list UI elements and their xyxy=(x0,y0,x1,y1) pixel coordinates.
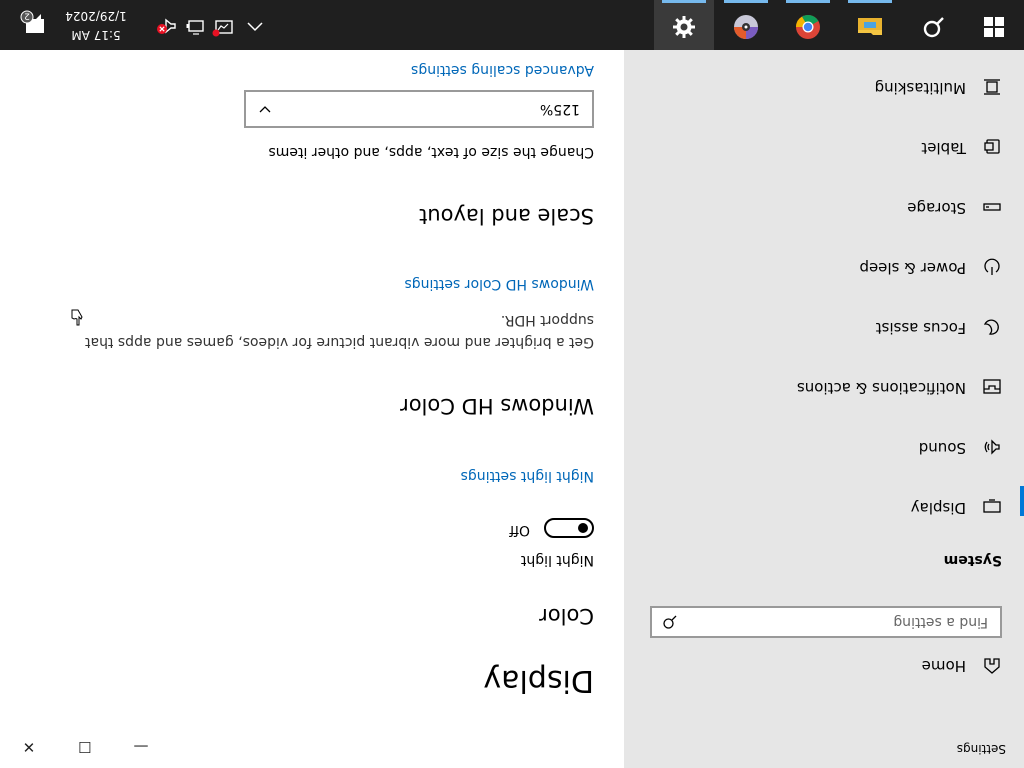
notifications-icon xyxy=(982,377,1002,397)
notification-count-badge: 2 xyxy=(24,11,30,21)
power-icon xyxy=(982,257,1002,277)
sidebar-item-label: Storage xyxy=(907,199,966,217)
night-light-state: Off xyxy=(509,522,530,538)
display-icon xyxy=(982,497,1002,517)
app-title: Settings xyxy=(956,742,1006,756)
taskbar-chrome[interactable] xyxy=(778,0,838,50)
sidebar-item-label: Focus assist xyxy=(875,319,966,337)
sidebar-item-label: Sound xyxy=(918,439,966,457)
sidebar-item-label: Display xyxy=(910,499,966,517)
settings-sidebar: Settings Home Find a setting System Disp… xyxy=(624,0,1024,768)
taskbar-search-button[interactable] xyxy=(904,0,964,50)
sidebar-item-label: Tablet xyxy=(921,139,966,157)
color-heading: Color xyxy=(539,604,594,628)
file-explorer-icon xyxy=(857,11,883,39)
sidebar-home-label: Home xyxy=(921,657,966,675)
clock-time: 5:17 AM xyxy=(71,28,121,42)
start-icon xyxy=(983,12,1005,38)
night-light-toggle[interactable] xyxy=(544,518,594,538)
clock-date: 1/29/2024 xyxy=(65,9,127,23)
maximize-button[interactable]: ☐ xyxy=(62,726,108,768)
hd-color-description-cont: support HDR. xyxy=(500,312,594,328)
taskbar: 5:17 AM 1/29/2024 2 xyxy=(0,0,1024,50)
home-icon xyxy=(982,656,1002,676)
chevron-up-icon[interactable] xyxy=(244,15,266,37)
media-player-icon xyxy=(733,10,759,40)
page-title: Display xyxy=(483,663,594,698)
search-icon xyxy=(662,614,678,630)
sound-icon xyxy=(982,437,1002,457)
hand-cursor-icon xyxy=(70,308,84,326)
focus-assist-icon xyxy=(982,317,1002,337)
storage-icon xyxy=(982,197,1002,217)
tablet-icon xyxy=(982,137,1002,157)
sidebar-item-label: Multitasking xyxy=(874,79,966,97)
volume-muted-icon[interactable] xyxy=(156,15,178,37)
taskbar-clock[interactable]: 5:17 AM 1/29/2024 xyxy=(56,6,136,44)
sidebar-item-focus-assist[interactable]: Focus assist xyxy=(624,304,1024,350)
multitasking-icon xyxy=(982,77,1002,97)
sidebar-item-label: Power & sleep xyxy=(859,259,966,277)
section-heading-system: System xyxy=(943,552,1002,568)
close-button[interactable]: ✕ xyxy=(6,726,52,768)
scale-heading: Scale and layout xyxy=(419,204,594,228)
sidebar-item-tablet[interactable]: Tablet xyxy=(624,124,1024,170)
settings-icon xyxy=(672,11,696,39)
network-icon[interactable] xyxy=(212,15,234,37)
toggle-knob xyxy=(578,523,588,533)
battery-icon[interactable] xyxy=(184,15,206,37)
advanced-scaling-link[interactable]: Advanced scaling settings xyxy=(411,62,594,78)
action-center-icon[interactable]: 2 xyxy=(20,10,48,38)
chevron-down-icon xyxy=(258,104,272,118)
night-light-label: Night light xyxy=(520,552,594,568)
sidebar-item-storage[interactable]: Storage xyxy=(624,184,1024,230)
hd-color-description: Get a brighter and more vibrant picture … xyxy=(84,334,594,350)
start-button[interactable] xyxy=(964,0,1024,50)
sidebar-home[interactable]: Home xyxy=(624,648,1024,684)
taskbar-settings[interactable] xyxy=(654,0,714,50)
sidebar-item-label: Notifications & actions xyxy=(796,379,966,397)
sidebar-item-notifications[interactable]: Notifications & actions xyxy=(624,364,1024,410)
night-light-settings-link[interactable]: Night light settings xyxy=(461,468,594,484)
search-placeholder: Find a setting xyxy=(893,614,988,630)
minimize-button[interactable]: — xyxy=(118,726,164,768)
taskbar-file-explorer[interactable] xyxy=(840,0,900,50)
search-input[interactable]: Find a setting xyxy=(650,606,1002,638)
display-settings-pane: — ☐ ✕ Display Color Night light Off Nigh… xyxy=(0,50,624,768)
sidebar-item-display[interactable]: Display xyxy=(624,484,1024,530)
hd-color-settings-link[interactable]: Windows HD Color settings xyxy=(404,276,594,292)
taskbar-media-player[interactable] xyxy=(716,0,776,50)
search-icon xyxy=(922,11,946,39)
sidebar-item-power-sleep[interactable]: Power & sleep xyxy=(624,244,1024,290)
sidebar-item-sound[interactable]: Sound xyxy=(624,424,1024,470)
hd-color-heading: Windows HD Color xyxy=(400,394,594,418)
scale-description: Change the size of text, apps, and other… xyxy=(268,144,594,160)
scale-value: 125% xyxy=(539,101,580,117)
sidebar-item-multitasking[interactable]: Multitasking xyxy=(624,64,1024,110)
chrome-icon xyxy=(795,10,821,40)
scale-dropdown[interactable]: 125% xyxy=(244,90,594,128)
